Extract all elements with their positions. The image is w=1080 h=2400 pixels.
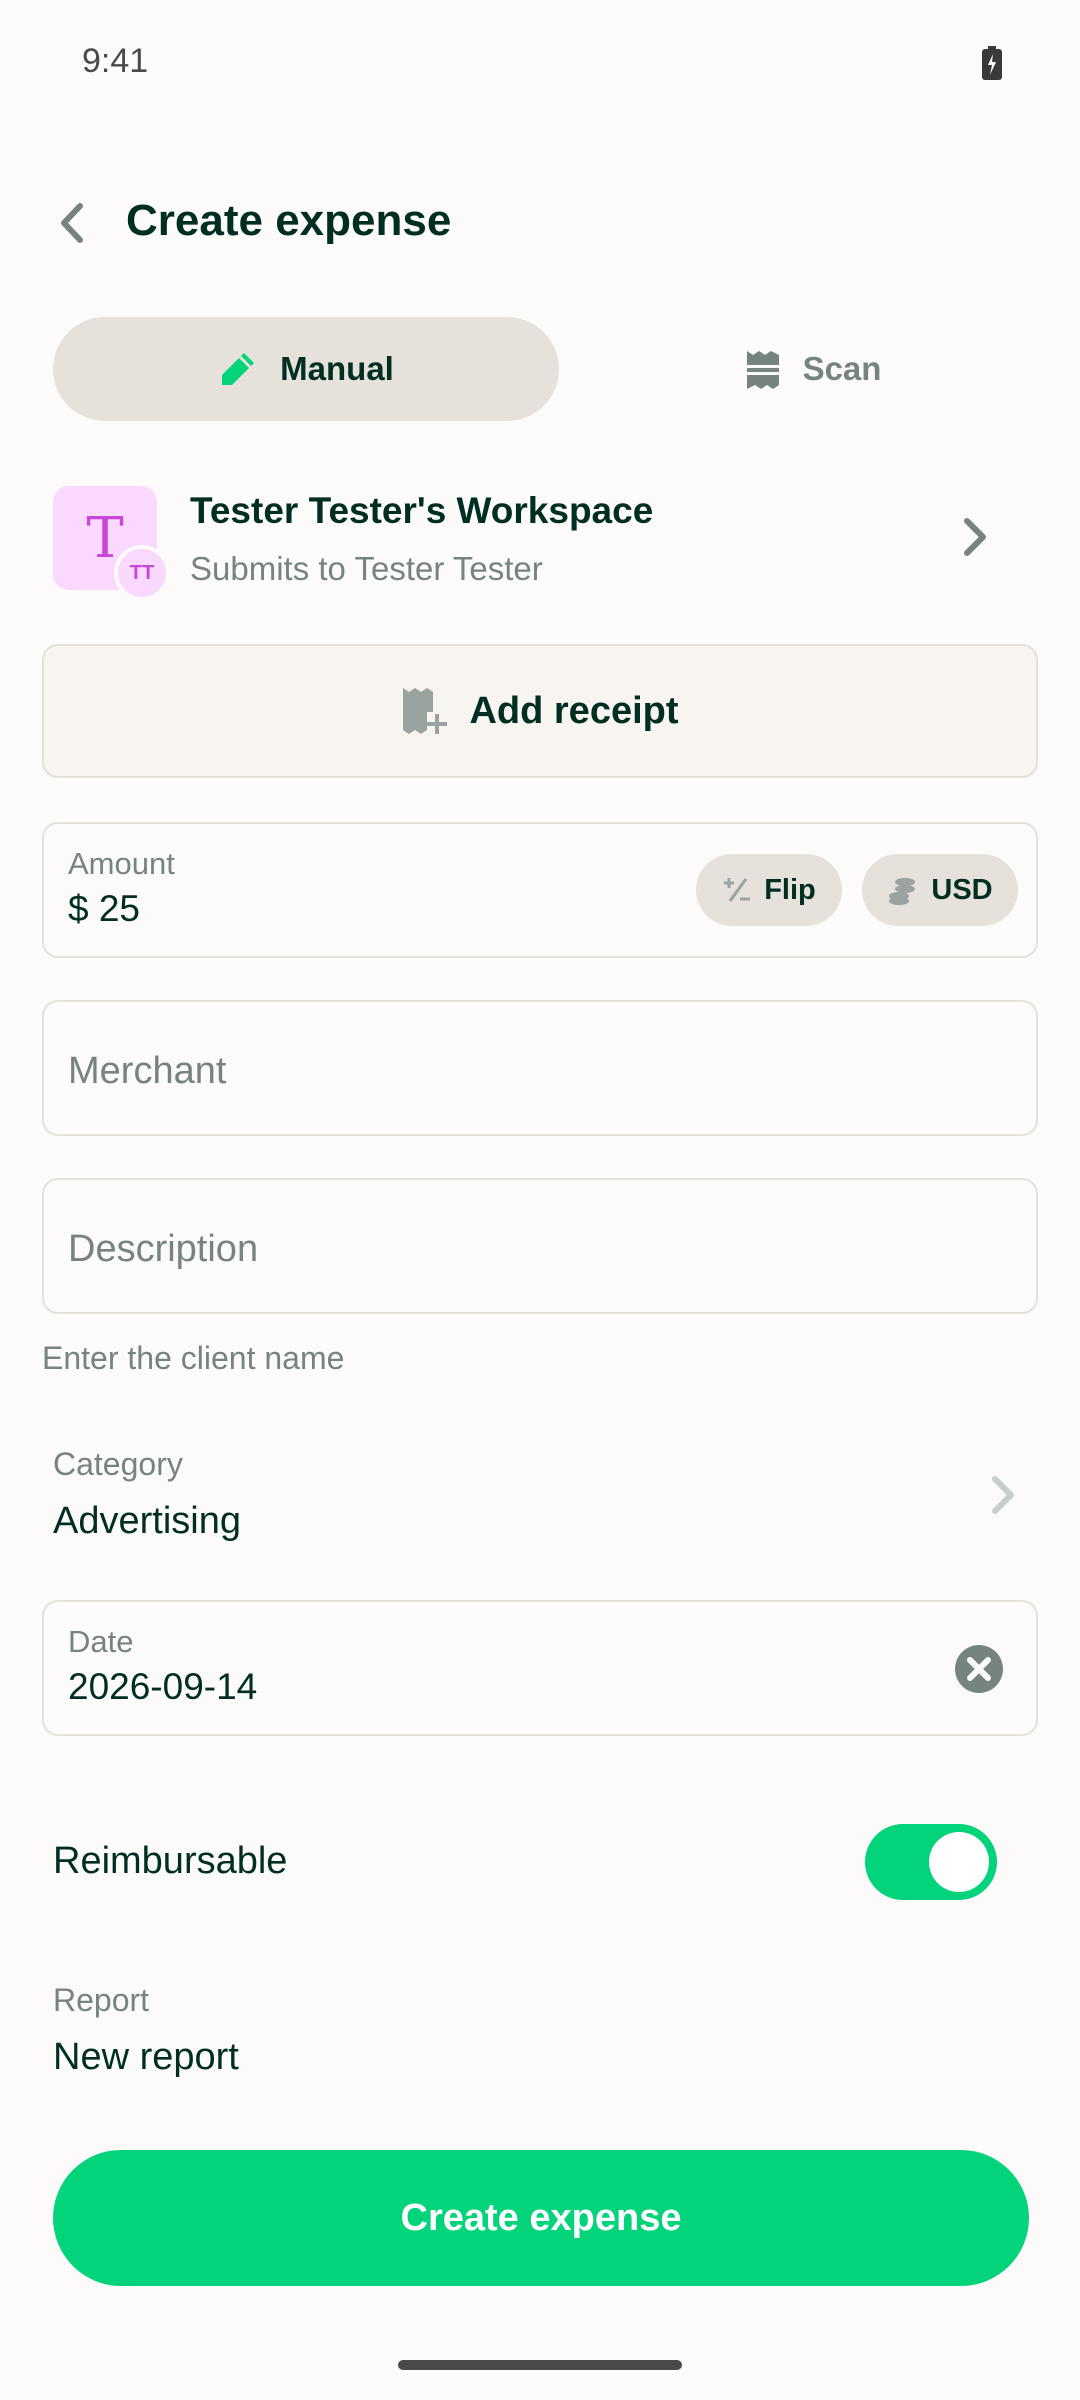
flip-label: Flip bbox=[764, 873, 816, 906]
plus-minus-icon bbox=[724, 878, 751, 902]
currency-button[interactable]: USD bbox=[862, 854, 1018, 926]
date-value: 2026-09-14 bbox=[68, 1666, 258, 1707]
receipt-scan-icon bbox=[746, 351, 779, 389]
report-value[interactable]: New report bbox=[53, 2036, 239, 2079]
description-hint: Enter the client name bbox=[42, 1340, 345, 1376]
currency-symbol: $ bbox=[68, 888, 89, 929]
home-indicator[interactable] bbox=[398, 2360, 682, 2370]
date-label: Date bbox=[68, 1624, 134, 1659]
submitter-avatar: TT bbox=[114, 545, 170, 601]
reimbursable-toggle[interactable] bbox=[865, 1824, 997, 1900]
tab-scan-label: Scan bbox=[802, 350, 882, 387]
toggle-knob bbox=[929, 1832, 989, 1892]
currency-label: USD bbox=[931, 873, 993, 906]
category-chevron-icon[interactable] bbox=[990, 1474, 1016, 1516]
merchant-field[interactable]: Merchant bbox=[42, 1000, 1038, 1136]
reimbursable-label: Reimbursable bbox=[53, 1840, 288, 1882]
flip-button[interactable]: Flip bbox=[696, 854, 842, 926]
add-receipt-button[interactable]: Add receipt bbox=[42, 644, 1038, 778]
tab-manual-label: Manual bbox=[280, 350, 394, 387]
back-arrow-icon[interactable] bbox=[52, 200, 92, 246]
amount-label: Amount bbox=[68, 846, 175, 881]
report-label: Report bbox=[53, 1982, 150, 2018]
date-field[interactable]: Date 2026-09-14 bbox=[42, 1600, 1038, 1736]
battery-charging-icon bbox=[982, 46, 1002, 80]
description-field[interactable]: Description bbox=[42, 1178, 1038, 1314]
tab-manual[interactable]: Manual bbox=[53, 317, 559, 421]
workspace-subtitle: Submits to Tester Tester bbox=[190, 550, 543, 587]
description-placeholder: Description bbox=[68, 1228, 259, 1270]
status-time: 9:41 bbox=[82, 42, 149, 80]
amount-field[interactable]: Amount $ 25 Flip USD bbox=[42, 822, 1038, 958]
merchant-placeholder: Merchant bbox=[68, 1050, 227, 1092]
chevron-right-icon[interactable] bbox=[962, 516, 988, 558]
clear-icon[interactable] bbox=[954, 1644, 1004, 1694]
workspace-name[interactable]: Tester Tester's Workspace bbox=[190, 490, 653, 532]
amount-value[interactable]: $ 25 bbox=[68, 888, 140, 930]
add-receipt-label: Add receipt bbox=[469, 689, 679, 732]
coins-icon bbox=[889, 878, 916, 905]
category-label: Category bbox=[53, 1446, 183, 1482]
receipt-plus-icon bbox=[403, 688, 448, 734]
category-value[interactable]: Advertising bbox=[53, 1500, 241, 1543]
tab-scan[interactable]: Scan bbox=[560, 317, 1066, 421]
amount-number: 25 bbox=[98, 888, 141, 929]
page-title: Create expense bbox=[126, 196, 452, 245]
pencil-icon bbox=[222, 353, 255, 385]
create-expense-button[interactable]: Create expense bbox=[53, 2150, 1029, 2286]
